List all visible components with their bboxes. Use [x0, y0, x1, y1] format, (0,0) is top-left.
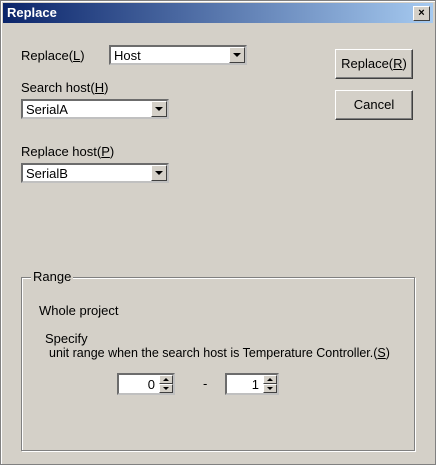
whole-project-option[interactable]: Whole project	[39, 303, 118, 318]
replace-host-label: Replace host(P)	[21, 144, 115, 159]
search-host-value: SerialA	[26, 102, 68, 117]
range-from-value: 0	[147, 377, 155, 392]
search-host-dropdown[interactable]: SerialA	[21, 99, 169, 119]
replace-button[interactable]: Replace(R)	[335, 49, 413, 79]
chevron-down-icon[interactable]	[229, 47, 245, 63]
replace-by-dropdown[interactable]: Host	[109, 45, 247, 65]
range-from-spinner[interactable]: 0	[117, 373, 175, 395]
replace-by-label: Replace(L)	[21, 48, 85, 63]
chevron-down-icon[interactable]	[151, 165, 167, 181]
close-button[interactable]: ×	[413, 6, 430, 21]
specify-detail-label: unit range when the search host is Tempe…	[49, 346, 390, 360]
search-host-label: Search host(H)	[21, 80, 109, 95]
dialog-title: Replace	[7, 5, 57, 20]
replace-dialog: Replace × Replace(L) Host Search host(H)…	[0, 0, 436, 465]
range-to-value: 1	[251, 377, 259, 392]
spin-up-icon[interactable]	[263, 375, 277, 384]
replace-by-value: Host	[114, 48, 141, 63]
spin-down-icon[interactable]	[263, 384, 277, 393]
replace-host-value: SerialB	[26, 166, 68, 181]
spin-up-icon[interactable]	[159, 375, 173, 384]
cancel-button[interactable]: Cancel	[335, 90, 413, 120]
chevron-down-icon[interactable]	[151, 101, 167, 117]
specify-option[interactable]: Specify	[45, 331, 88, 346]
range-group-legend: Range	[31, 269, 74, 284]
spin-down-icon[interactable]	[159, 384, 173, 393]
range-to-spinner[interactable]: 1	[225, 373, 279, 395]
title-bar: Replace ×	[3, 3, 433, 23]
replace-host-dropdown[interactable]: SerialB	[21, 163, 169, 183]
range-separator: -	[203, 376, 208, 391]
